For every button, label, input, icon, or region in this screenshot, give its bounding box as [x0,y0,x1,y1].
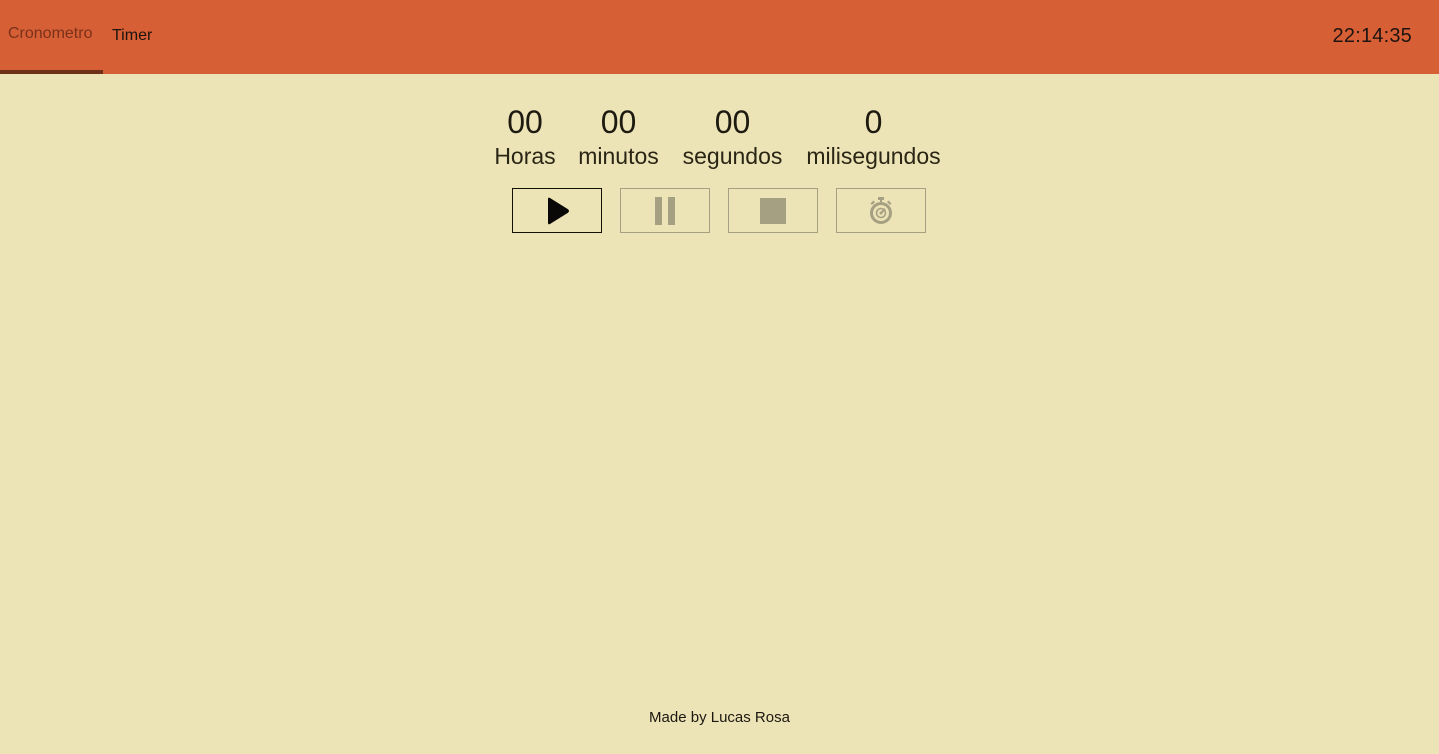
seconds-label: segundos [682,143,783,169]
milliseconds-unit: 0 milisegundos [798,103,949,171]
stop-icon [760,197,786,224]
tab-timer[interactable]: Timer [103,0,173,74]
tab-timer-label: Timer [112,27,153,44]
hours-label: Horas [494,143,556,169]
minutes-label: minutos [578,143,659,169]
pause-button[interactable] [620,188,710,233]
tab-cronometro[interactable]: Cronometro [0,0,103,74]
minutes-unit: 00 minutos [572,103,665,171]
current-time: 22:14:35 [1332,25,1412,47]
stop-button[interactable] [728,188,818,233]
tab-cronometro-label: Cronometro [8,25,93,42]
milliseconds-value: 0 [864,104,883,140]
hours-value: 00 [507,104,543,140]
stopwatch-lap-icon [870,196,892,224]
hours-unit: 00 Horas [490,103,560,171]
footer-credit: Made by Lucas Rosa [649,709,790,726]
milliseconds-label: milisegundos [806,143,941,169]
play-button[interactable] [512,188,602,233]
seconds-unit: 00 segundos [676,103,789,171]
top-app-bar: Cronometro Timer 22:14:35 [0,0,1439,74]
stopwatch-display: 00 Horas 00 minutos 00 segundos 0 milise… [0,103,1439,173]
seconds-value: 00 [714,104,751,140]
minutes-value: 00 [600,104,637,140]
pause-icon [655,196,675,225]
play-icon [548,197,569,224]
lap-button[interactable] [836,188,926,233]
